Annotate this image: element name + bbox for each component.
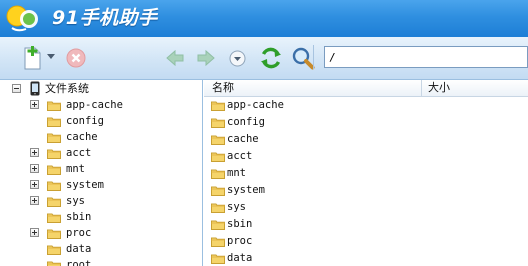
tree-item-label: cache xyxy=(66,131,98,143)
collapse-toggle-icon[interactable] xyxy=(12,84,21,93)
list-header: 名称 大小 xyxy=(204,80,528,97)
list-item-name: proc xyxy=(227,235,253,247)
delete-icon[interactable] xyxy=(66,48,86,68)
phone-icon xyxy=(30,81,40,96)
folder-icon xyxy=(47,180,61,191)
tree-item[interactable]: proc xyxy=(0,225,202,241)
tree-item[interactable]: mnt xyxy=(0,161,202,177)
column-name-header[interactable]: 名称 xyxy=(204,80,422,97)
folder-icon xyxy=(211,253,225,264)
tree-item-label: data xyxy=(66,243,92,255)
toolbar xyxy=(0,37,528,80)
list-item[interactable]: cache xyxy=(204,131,528,148)
back-icon[interactable] xyxy=(165,48,185,68)
tree-item[interactable]: sbin xyxy=(0,209,202,225)
title-bar: 91手机助手 xyxy=(0,0,528,37)
app-logo-icon xyxy=(6,5,38,32)
path-input[interactable] xyxy=(324,46,528,68)
expand-toggle-icon[interactable] xyxy=(30,164,39,173)
folder-icon xyxy=(47,148,61,159)
expand-toggle-icon[interactable] xyxy=(30,228,39,237)
expand-toggle-icon[interactable] xyxy=(30,180,39,189)
folder-icon xyxy=(47,100,61,111)
history-dropdown-icon[interactable] xyxy=(229,50,246,67)
folder-icon xyxy=(47,164,61,175)
folder-icon xyxy=(211,219,225,230)
app-title: 91手机助手 xyxy=(52,7,158,29)
expand-toggle-icon[interactable] xyxy=(30,196,39,205)
tree-item-label: system xyxy=(66,179,104,191)
new-file-icon[interactable] xyxy=(22,45,42,71)
column-size-header[interactable]: 大小 xyxy=(423,80,528,97)
tree-item-label: root xyxy=(66,259,92,266)
folder-icon xyxy=(47,228,61,239)
list-item[interactable]: proc xyxy=(204,233,528,250)
toolbar-separator xyxy=(313,45,314,69)
list-item-name: mnt xyxy=(227,167,246,179)
file-list[interactable]: 名称 大小 app-cache config cache acct mnt system s… xyxy=(204,80,528,266)
tree-item[interactable]: app-cache xyxy=(0,97,202,113)
list-item-name: sys xyxy=(227,201,246,213)
folder-icon xyxy=(47,244,61,255)
folder-icon xyxy=(47,212,61,223)
search-icon[interactable] xyxy=(291,46,315,71)
list-item-name: acct xyxy=(227,150,253,162)
dropdown-arrow-icon[interactable] xyxy=(47,54,55,60)
folder-icon xyxy=(211,134,225,145)
tree-item[interactable]: config xyxy=(0,113,202,129)
folder-icon xyxy=(47,196,61,207)
expand-toggle-icon[interactable] xyxy=(30,148,39,157)
list-item-name: sbin xyxy=(227,218,253,230)
list-item-name: config xyxy=(227,116,265,128)
list-item[interactable]: app-cache xyxy=(204,97,528,114)
list-item[interactable]: sys xyxy=(204,199,528,216)
tree-item[interactable]: root xyxy=(0,257,202,266)
tree-item[interactable]: data xyxy=(0,241,202,257)
list-item-name: app-cache xyxy=(227,99,284,111)
list-item[interactable]: system xyxy=(204,182,528,199)
folder-icon xyxy=(211,151,225,162)
list-item-name: cache xyxy=(227,133,259,145)
folder-icon xyxy=(47,260,61,266)
tree-root[interactable]: 文件系统 xyxy=(0,81,202,97)
list-item[interactable]: sbin xyxy=(204,216,528,233)
folder-icon xyxy=(211,117,225,128)
tree-item-label: sys xyxy=(66,195,85,207)
folder-icon xyxy=(211,236,225,247)
expand-toggle-icon[interactable] xyxy=(30,100,39,109)
list-item[interactable]: mnt xyxy=(204,165,528,182)
list-item-name: system xyxy=(227,184,265,196)
forward-icon[interactable] xyxy=(196,48,216,68)
folder-icon xyxy=(47,116,61,127)
list-item[interactable]: data xyxy=(204,250,528,266)
tree-item[interactable]: acct xyxy=(0,145,202,161)
refresh-icon[interactable] xyxy=(259,45,283,71)
tree-item-label: config xyxy=(66,115,104,127)
folder-icon xyxy=(211,185,225,196)
tree-item[interactable]: cache xyxy=(0,129,202,145)
folder-tree[interactable]: 文件系统 app-cache config cache acct mnt system sy… xyxy=(0,80,203,266)
folder-icon xyxy=(211,202,225,213)
folder-icon xyxy=(211,100,225,111)
list-item[interactable]: config xyxy=(204,114,528,131)
tree-item-label: acct xyxy=(66,147,92,159)
tree-item[interactable]: sys xyxy=(0,193,202,209)
list-item-name: data xyxy=(227,252,253,264)
folder-icon xyxy=(47,132,61,143)
folder-icon xyxy=(211,168,225,179)
tree-item-label: sbin xyxy=(66,211,92,223)
tree-item-label: app-cache xyxy=(66,99,123,111)
list-item[interactable]: acct xyxy=(204,148,528,165)
tree-root-label: 文件系统 xyxy=(45,82,89,95)
tree-item-label: proc xyxy=(66,227,92,239)
tree-item[interactable]: system xyxy=(0,177,202,193)
tree-item-label: mnt xyxy=(66,163,85,175)
